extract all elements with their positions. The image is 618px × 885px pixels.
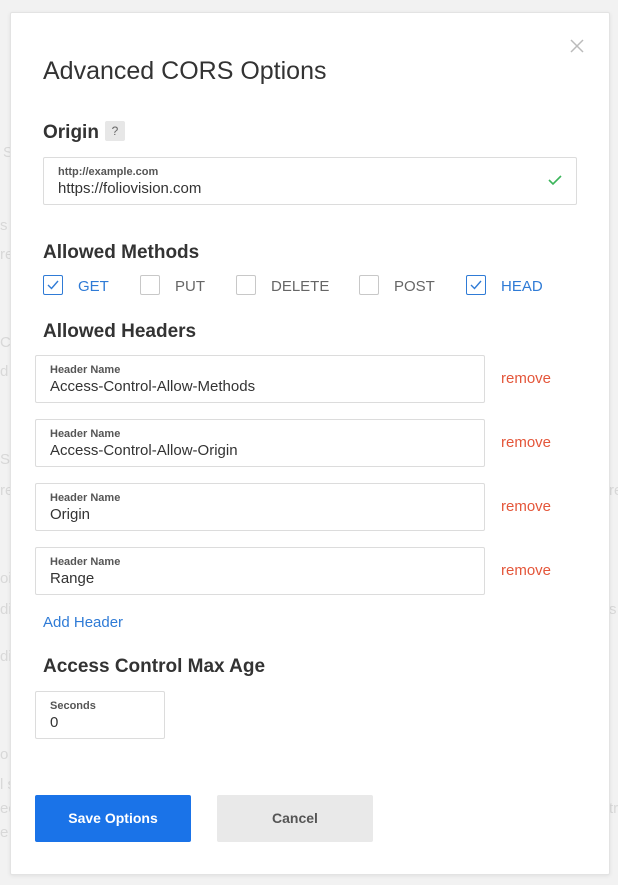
close-icon[interactable] bbox=[568, 37, 586, 55]
header-field[interactable]: Header Name Origin bbox=[35, 483, 485, 531]
header-field[interactable]: Header Name Access-Control-Allow-Origin bbox=[35, 419, 485, 467]
origin-heading: Origin? bbox=[43, 121, 125, 144]
cancel-button[interactable]: Cancel bbox=[217, 795, 373, 842]
background-text: s bbox=[609, 601, 617, 618]
method-label: POST bbox=[394, 278, 435, 295]
origin-field[interactable]: http://example.com https://foliovision.c… bbox=[43, 157, 577, 205]
checkbox[interactable] bbox=[236, 275, 256, 295]
save-options-button[interactable]: Save Options bbox=[35, 795, 191, 842]
header-field-label: Header Name bbox=[50, 428, 121, 440]
header-field[interactable]: Header Name Access-Control-Allow-Methods bbox=[35, 355, 485, 403]
remove-header-button[interactable]: remove bbox=[501, 370, 551, 387]
checkbox[interactable] bbox=[43, 275, 63, 295]
allowed-methods-heading: Allowed Methods bbox=[43, 242, 200, 263]
remove-header-button[interactable]: remove bbox=[501, 562, 551, 579]
checkmark-icon bbox=[470, 280, 482, 290]
background-text: d bbox=[0, 363, 9, 380]
checkbox[interactable] bbox=[359, 275, 379, 295]
checkbox[interactable] bbox=[140, 275, 160, 295]
add-header-link[interactable]: Add Header bbox=[43, 614, 123, 631]
max-age-field-label: Seconds bbox=[50, 700, 96, 712]
header-input[interactable]: Access-Control-Allow-Methods bbox=[50, 378, 255, 395]
help-icon[interactable]: ? bbox=[104, 121, 125, 141]
header-input[interactable]: Access-Control-Allow-Origin bbox=[50, 442, 238, 459]
header-field[interactable]: Header Name Range bbox=[35, 547, 485, 595]
origin-heading-label: Origin bbox=[43, 122, 99, 143]
background-text: tr bbox=[609, 800, 618, 817]
header-input[interactable]: Range bbox=[50, 570, 94, 587]
max-age-heading: Access Control Max Age bbox=[43, 656, 266, 677]
origin-input[interactable]: https://foliovision.com bbox=[58, 180, 201, 197]
allowed-headers-heading: Allowed Headers bbox=[43, 321, 197, 342]
background-text: s bbox=[0, 217, 8, 234]
header-field-label: Header Name bbox=[50, 556, 121, 568]
checkmark-icon bbox=[47, 280, 59, 290]
remove-header-button[interactable]: remove bbox=[501, 498, 551, 515]
modal-title: Advanced CORS Options bbox=[43, 57, 327, 85]
checkbox[interactable] bbox=[466, 275, 486, 295]
remove-header-button[interactable]: remove bbox=[501, 434, 551, 451]
method-label: DELETE bbox=[271, 278, 330, 295]
header-field-label: Header Name bbox=[50, 492, 121, 504]
checkmark-icon bbox=[548, 175, 562, 186]
origin-field-label: http://example.com bbox=[58, 166, 159, 178]
cors-options-modal: Advanced CORS Options Origin? http://exa… bbox=[10, 12, 610, 875]
max-age-input[interactable]: 0 bbox=[50, 714, 58, 731]
background-text: e bbox=[0, 824, 9, 841]
background-text: o bbox=[0, 746, 9, 763]
max-age-field[interactable]: Seconds 0 bbox=[35, 691, 165, 739]
header-field-label: Header Name bbox=[50, 364, 121, 376]
header-input[interactable]: Origin bbox=[50, 506, 90, 523]
method-label: GET bbox=[78, 278, 109, 295]
background-text: S bbox=[0, 451, 11, 468]
background-text: re bbox=[609, 482, 618, 499]
method-label: HEAD bbox=[501, 278, 543, 295]
method-label: PUT bbox=[175, 278, 205, 295]
